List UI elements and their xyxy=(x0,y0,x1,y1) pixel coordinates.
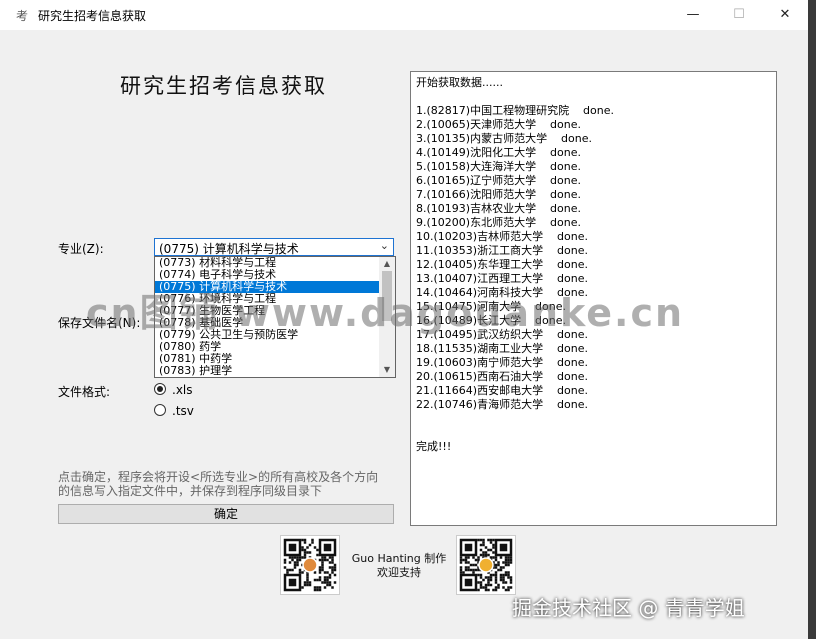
chevron-down-icon: ⌄ xyxy=(379,239,389,252)
app-icon: 考 xyxy=(16,9,29,23)
log-entry: 5.(10158)大连海洋大学 done. xyxy=(416,160,582,173)
qr-code-icon xyxy=(456,535,516,595)
log-entry: 1.(82817)中国工程物理研究院 done. xyxy=(416,104,615,117)
page-title: 研究生招考信息获取 xyxy=(120,74,327,98)
minimize-button[interactable]: — xyxy=(670,0,716,30)
watermark-center: cn图铺 www.dagouanke.cn xyxy=(86,291,685,335)
radio-tsv[interactable] xyxy=(154,404,166,416)
credit-author: Guo Hanting 制作 xyxy=(351,552,447,565)
log-entry: 7.(10166)沈阳师范大学 done. xyxy=(416,188,582,201)
log-footer: 完成!!! xyxy=(416,440,452,453)
dropdown-option[interactable]: (0774) 电子科学与技术 xyxy=(155,269,379,281)
log-entry: 9.(10200)东北师范大学 done. xyxy=(416,216,582,229)
watermark-corner: 掘金技术社区 @ 青青学姐 xyxy=(512,596,745,620)
log-entry: 10.(10203)吉林师范大学 done. xyxy=(416,230,589,243)
credit-thanks: 欢迎支持 xyxy=(377,566,421,579)
log-header: 开始获取数据...... xyxy=(416,76,503,89)
dropdown-option[interactable]: (0783) 护理学 xyxy=(155,365,379,377)
window-title: 研究生招考信息获取 xyxy=(38,9,147,23)
credit: Guo Hanting 制作 欢迎支持 xyxy=(349,552,449,580)
scroll-up-icon[interactable]: ▲ xyxy=(379,257,395,271)
close-button[interactable]: ✕ xyxy=(762,0,808,30)
maximize-button[interactable]: ☐ xyxy=(716,0,762,30)
log-entry: 12.(10405)东华理工大学 done. xyxy=(416,258,589,271)
log-entry: 8.(10193)吉林农业大学 done. xyxy=(416,202,582,215)
scroll-down-icon[interactable]: ▼ xyxy=(379,363,395,377)
major-label: 专业(Z): xyxy=(58,242,104,256)
description-text: 点击确定，程序会将开设<所选专业>的所有高校及各个方向的信息写入指定文件中，并保… xyxy=(58,470,379,498)
log-entry: 2.(10065)天津师范大学 done. xyxy=(416,118,582,131)
confirm-button[interactable]: 确定 xyxy=(58,504,394,524)
major-selected-value: (0775) 计算机科学与技术 xyxy=(159,242,299,256)
title-bar[interactable]: 考 研究生招考信息获取 — ☐ ✕ xyxy=(0,0,808,30)
log-entry: 4.(10149)沈阳化工大学 done. xyxy=(416,146,582,159)
log-entry: 20.(10615)西南石油大学 done. xyxy=(416,370,589,383)
log-entry: 19.(10603)南宁师范大学 done. xyxy=(416,356,589,369)
major-select[interactable]: (0775) 计算机科学与技术 ⌄ xyxy=(154,238,394,256)
radio-xls-label[interactable]: .xls xyxy=(172,383,193,397)
qr-code-icon xyxy=(280,535,340,595)
radio-xls[interactable] xyxy=(154,383,166,395)
log-entry: 6.(10165)辽宁师范大学 done. xyxy=(416,174,582,187)
log-entry: 11.(10353)浙江工商大学 done. xyxy=(416,244,589,257)
log-entry: 18.(11535)湖南工业大学 done. xyxy=(416,342,589,355)
radio-tsv-label[interactable]: .tsv xyxy=(172,404,194,418)
dropdown-option[interactable]: (0773) 材料科学与工程 xyxy=(155,257,379,269)
log-entry: 3.(10135)内蒙古师范大学 done. xyxy=(416,132,593,145)
log-entry: 21.(11664)西安邮电大学 done. xyxy=(416,384,589,397)
log-entry: 22.(10746)青海师范大学 done. xyxy=(416,398,589,411)
dropdown-option[interactable]: (0781) 中药学 xyxy=(155,353,379,365)
dropdown-option[interactable]: (0780) 药学 xyxy=(155,341,379,353)
file-format-label: 文件格式: xyxy=(58,385,111,399)
